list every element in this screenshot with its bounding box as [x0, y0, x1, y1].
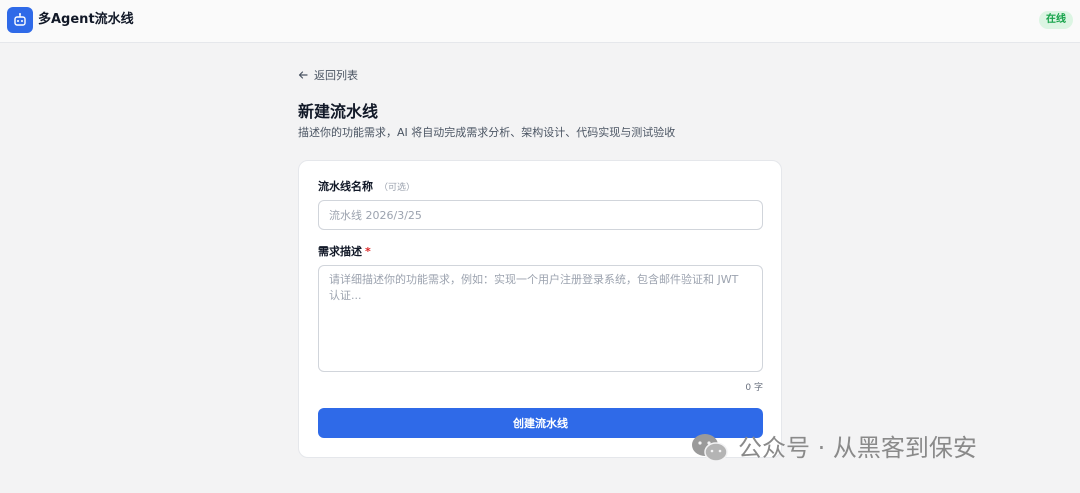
back-to-list-link[interactable]: 返回列表: [298, 67, 358, 83]
description-label-text: 需求描述: [318, 245, 362, 258]
top-bar: 多Agent流水线 在线: [0, 0, 1080, 43]
description-field-label: 需求描述 *: [318, 245, 371, 259]
character-counter: 0 字: [745, 383, 763, 393]
page-title: 新建流水线: [298, 102, 379, 121]
back-link-label: 返回列表: [314, 69, 358, 82]
requirement-description-textarea[interactable]: [318, 265, 763, 372]
pipeline-form-card: 流水线名称（可选） 需求描述* 0 字 创建流水线: [298, 160, 782, 458]
wechat-icon: [692, 434, 728, 462]
name-field-label: 流水线名称 （可选）: [318, 180, 415, 195]
pipeline-name-input[interactable]: [318, 200, 763, 230]
robot-icon[interactable]: [7, 7, 33, 33]
optional-hint: （可选）: [379, 183, 416, 193]
watermark: 公众号 · 从黑客到保安: [690, 432, 977, 464]
name-label-text: 流水线名称: [318, 180, 373, 193]
page-subtitle: 描述你的功能需求，AI 将自动完成需求分析、架构设计、代码实现与测试验收: [298, 126, 676, 139]
arrow-left-icon: [298, 71, 308, 79]
required-marker: *: [365, 245, 371, 258]
app-title: 多Agent流水线: [38, 12, 134, 27]
status-badge: 在线: [1039, 11, 1073, 29]
watermark-text: 公众号 · 从黑客到保安: [738, 434, 977, 462]
